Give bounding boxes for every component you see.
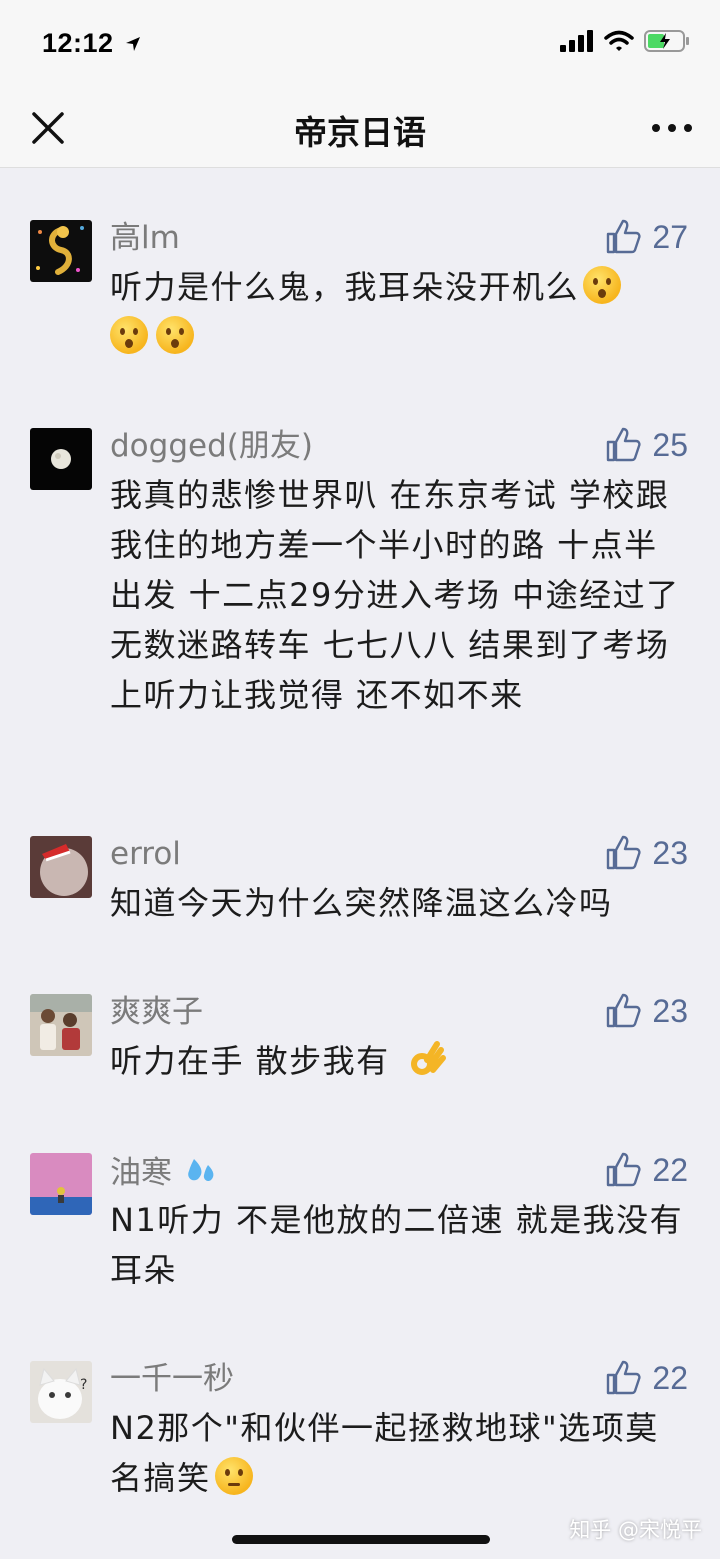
more-button[interactable] [650,110,694,146]
thinking-emoji-icon [214,1457,253,1495]
comment-text: N1听力 不是他放的二倍速 就是我没有耳朵 [110,1201,684,1289]
like-count: 23 [652,834,688,871]
comment-text: 我真的悲惨世界叭 在东京考试 学校跟我住的地方差一个半小时的路 十点半出发 十二… [110,476,680,714]
like-count: 22 [652,1151,688,1188]
comment-text: 知道今天为什么突然降温这么冷吗 [110,884,613,922]
home-indicator[interactable] [232,1535,490,1544]
avatar[interactable] [30,428,92,490]
like-button[interactable]: 22 [604,1151,688,1189]
like-button[interactable]: 23 [604,992,688,1030]
comment-author[interactable]: dogged(朋友) [110,428,313,464]
wifi-icon [604,30,634,51]
comment-author[interactable]: 一千一秒 [110,1361,234,1397]
location-arrow-icon [125,37,140,51]
like-count: 25 [652,426,688,463]
astonished-emoji-icon [583,266,622,304]
status-bar: 12:12 [0,0,720,88]
thumbs-up-icon [607,219,641,254]
avatar[interactable] [30,836,92,898]
comment-text: N2那个"和伙伴一起拯救地球"选项莫名搞笑 [110,1409,659,1497]
like-count: 23 [652,992,688,1029]
svg-text:?: ? [80,1377,87,1393]
watermark: 知乎 @宋悦平 [569,1518,702,1542]
ok-hand-emoji-icon [411,1041,447,1075]
avatar[interactable] [30,220,92,282]
sweat-droplets-emoji-icon [188,1159,214,1182]
nav-bar: 帝京日语 [0,88,720,168]
comment-author[interactable]: errol [110,836,181,872]
page-title: 帝京日语 [294,113,426,152]
comment-text: 听力是什么鬼，我耳朵没开机么 [110,262,690,362]
like-button[interactable]: 22 [604,1359,688,1397]
comment-text: 听力在手 散步我有 [110,1036,690,1086]
avatar[interactable] [30,1153,92,1215]
signal-icon [560,30,593,52]
thumbs-up-icon [607,427,641,462]
like-button[interactable]: 23 [604,834,688,872]
comment-author[interactable]: 高lm [110,220,180,256]
astonished-emoji-icon [156,316,194,354]
thumbs-up-icon [607,993,641,1028]
battery-charging-icon [644,30,689,52]
comment-author[interactable]: 爽爽子 [110,994,203,1030]
thumbs-up-icon [607,1360,641,1395]
status-indicators [560,30,690,52]
like-button[interactable]: 27 [604,218,688,256]
like-count: 27 [652,218,688,255]
like-button[interactable]: 25 [604,426,688,464]
status-time: 12:12 [42,28,142,59]
thumbs-up-icon [607,835,641,870]
avatar[interactable] [30,994,92,1056]
thumbs-up-icon [607,1152,641,1187]
avatar[interactable]: ? [30,1361,92,1423]
comment-author[interactable]: 油寒 [110,1153,218,1191]
more-icon [652,124,692,132]
astonished-emoji-icon [110,316,148,354]
like-count: 22 [652,1359,688,1396]
